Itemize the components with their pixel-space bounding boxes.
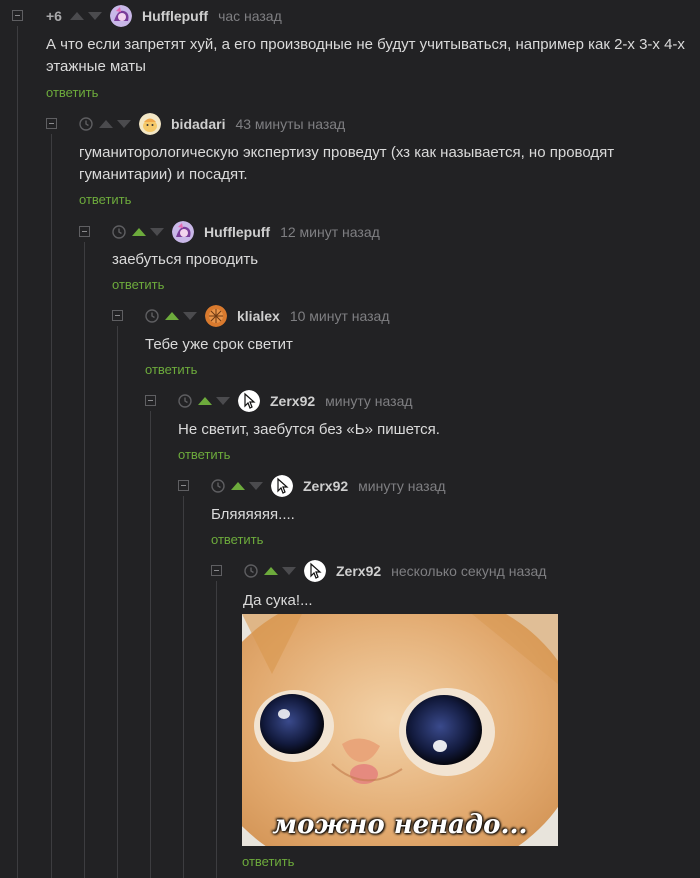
reply-link[interactable]: ответить: [242, 854, 294, 869]
username[interactable]: Hufflepuff: [142, 8, 208, 24]
comment-text: А что если запретят хуй, а его производн…: [46, 36, 685, 75]
avatar[interactable]: [238, 390, 260, 412]
avatar[interactable]: [205, 305, 227, 327]
collapse-button[interactable]: [145, 395, 156, 406]
reply-link[interactable]: ответить: [79, 192, 131, 207]
reply-link[interactable]: ответить: [112, 277, 164, 292]
downvote-icon[interactable]: [87, 12, 102, 20]
username[interactable]: Zerx92: [336, 563, 381, 579]
comment-text: Бляяяяяя....: [211, 506, 295, 523]
timestamp[interactable]: 43 минуты назад: [235, 116, 345, 132]
username[interactable]: Zerx92: [270, 393, 315, 409]
thread-line: [183, 496, 184, 878]
clock-icon: [145, 309, 159, 323]
thread-line: [17, 26, 18, 878]
timestamp[interactable]: 10 минут назад: [290, 308, 390, 324]
reply-link[interactable]: ответить: [178, 447, 230, 462]
collapse-button[interactable]: [12, 10, 23, 21]
collapse-button[interactable]: [79, 226, 90, 237]
clock-icon: [112, 225, 126, 239]
timestamp[interactable]: 12 минут назад: [280, 224, 380, 240]
collapse-button[interactable]: [112, 310, 123, 321]
clock-icon: [79, 117, 93, 131]
comment-header: Hufflepuff 12 минут назад: [112, 221, 380, 243]
collapse-button[interactable]: [46, 118, 57, 129]
avatar[interactable]: [304, 560, 326, 582]
image-caption: можно ненадо...: [272, 810, 528, 840]
upvote-icon[interactable]: [99, 120, 113, 128]
avatar[interactable]: [109, 5, 132, 27]
comment-header: Zerx92 несколько секунд назад: [244, 560, 546, 582]
username[interactable]: Zerx92: [303, 478, 348, 494]
downvote-icon[interactable]: [183, 312, 197, 320]
comment-header: klialex 10 минут назад: [145, 305, 390, 327]
thread-line: [117, 326, 118, 878]
collapse-button[interactable]: [178, 480, 189, 491]
thread-line: [51, 134, 52, 878]
downvote-icon[interactable]: [249, 482, 263, 490]
username[interactable]: klialex: [237, 308, 280, 324]
downvote-icon[interactable]: [150, 228, 164, 236]
timestamp[interactable]: час назад: [218, 8, 282, 24]
reply-link[interactable]: ответить: [211, 532, 263, 547]
downvote-icon[interactable]: [117, 120, 131, 128]
clock-icon: [244, 564, 258, 578]
upvote-icon[interactable]: [264, 567, 278, 575]
upvote-icon[interactable]: [231, 482, 245, 490]
collapse-button[interactable]: [211, 565, 222, 576]
timestamp[interactable]: минуту назад: [358, 478, 445, 494]
comment-text: Тебе уже срок светит: [145, 336, 293, 353]
avatar[interactable]: [271, 475, 293, 497]
upvote-icon[interactable]: [132, 228, 146, 236]
downvote-icon[interactable]: [216, 397, 230, 405]
comment-header: bidadari 43 минуты назад: [79, 113, 345, 135]
username[interactable]: Hufflepuff: [204, 224, 270, 240]
avatar[interactable]: [139, 113, 161, 135]
thread-line: [84, 242, 85, 878]
clock-icon: [211, 479, 225, 493]
upvote-icon[interactable]: [165, 312, 179, 320]
comment-image[interactable]: можно ненадо...: [242, 614, 558, 846]
upvote-icon[interactable]: [198, 397, 212, 405]
comment-text: Не светит, заебутся без «Ь» пишется.: [178, 421, 440, 438]
comment-text: гуманиторологическую экспертизу проведут…: [79, 144, 615, 183]
reply-link[interactable]: ответить: [145, 362, 197, 377]
downvote-icon[interactable]: [282, 567, 296, 575]
timestamp[interactable]: несколько секунд назад: [391, 563, 546, 579]
clock-icon: [178, 394, 192, 408]
upvote-icon[interactable]: [69, 12, 84, 20]
comment-header: Zerx92 минуту назад: [178, 390, 413, 412]
timestamp[interactable]: минуту назад: [325, 393, 412, 409]
comment-rating: +6: [46, 8, 62, 24]
comment-header: Zerx92 минуту назад: [211, 475, 446, 497]
comment-header: +6 Hufflepuff час назад: [46, 5, 282, 27]
thread-line: [216, 581, 217, 878]
comment-text: заебуться проводить: [112, 251, 259, 268]
comment-text: Да сука!...: [243, 592, 313, 609]
username[interactable]: bidadari: [171, 116, 225, 132]
reply-link[interactable]: ответить: [46, 85, 98, 100]
avatar[interactable]: [172, 221, 194, 243]
thread-line: [150, 411, 151, 878]
